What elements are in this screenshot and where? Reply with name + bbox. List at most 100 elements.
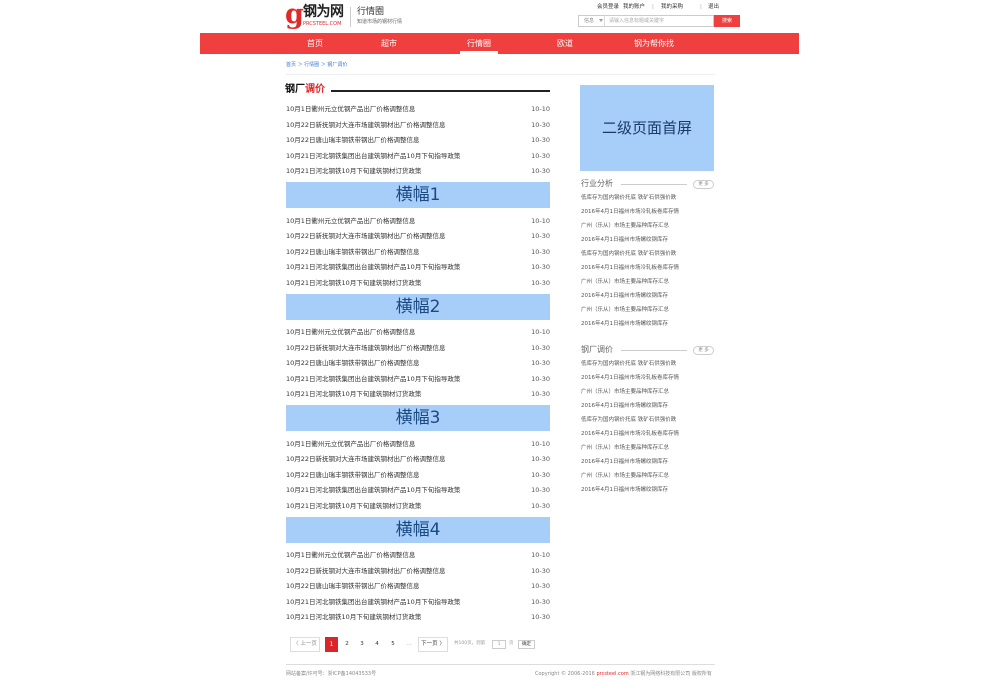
search-input[interactable]: 请输入信息标题或关键字 [609, 16, 713, 26]
logo-text[interactable]: 钢为网 [303, 5, 344, 20]
sidebar-list-item[interactable]: 广州（乐从）市场主要品种库存汇总 [581, 473, 669, 480]
list-item[interactable]: 10月22日新抚钢对大连市场建筑钢材出厂价格调整信息 10-30 [286, 565, 550, 577]
list-item[interactable]: 10月1日衢州元立优钢产品出厂价格调整信息 10-10 [286, 103, 550, 115]
page-button[interactable]: 4 [371, 637, 383, 652]
list-item-title[interactable]: 10月22日新抚钢对大连市场建筑钢材出厂价格调整信息 [286, 232, 446, 240]
logo-mark[interactable]: g [285, 1, 304, 29]
more-button[interactable]: 更 多 [693, 346, 714, 355]
logout-link[interactable]: 退出 [708, 4, 719, 11]
sidebar-list-item[interactable]: 2016年4月1日福州市场冷轧板卷库存情 [581, 265, 679, 272]
sidebar-list-item[interactable]: 2016年4月1日福州市场冷轧板卷库存情 [581, 209, 679, 216]
list-item[interactable]: 10月21日河北钢铁10月下旬建筑钢材订货政策 10-30 [286, 500, 550, 512]
nav-item-help-find[interactable]: 钢为帮你找 [630, 33, 678, 54]
list-item[interactable]: 10月21日河北钢铁10月下旬建筑钢材订货政策 10-30 [286, 277, 550, 289]
sidebar-list-item[interactable]: 2016年4月1日福州市场螺纹钢库存 [581, 487, 668, 494]
sidebar-list-item[interactable]: 2016年4月1日福州市场冷轧板卷库存情 [581, 431, 679, 438]
list-item-title[interactable]: 10月1日衢州元立优钢产品出厂价格调整信息 [286, 217, 415, 225]
list-item-title[interactable]: 10月21日河北钢铁10月下旬建筑钢材订货政策 [286, 167, 421, 175]
list-item[interactable]: 10月1日衢州元立优钢产品出厂价格调整信息 10-10 [286, 549, 550, 561]
breadcrumb[interactable]: 首页 ＞ 行情圈 ＞ 钢厂调价 [286, 62, 347, 68]
list-item[interactable]: 10月22日新抚钢对大连市场建筑钢材出厂价格调整信息 10-30 [286, 453, 550, 465]
search-button[interactable]: 搜索 [714, 15, 740, 27]
list-item-title[interactable]: 10月1日衢州元立优钢产品出厂价格调整信息 [286, 105, 415, 113]
sidebar-list-item[interactable]: 广州（乐从）市场主要品种库存汇总 [581, 223, 669, 230]
list-item-title[interactable]: 10月22日唐山瑞丰钢铁带钢出厂价格调整信息 [286, 359, 420, 367]
prev-page-button[interactable]: 〈 上一页 [290, 637, 320, 652]
list-item-title[interactable]: 10月22日新抚钢对大连市场建筑钢材出厂价格调整信息 [286, 567, 446, 575]
list-item[interactable]: 10月21日河北钢铁集团出台建筑钢材产品10月下旬指导政策 10-30 [286, 261, 550, 273]
my-account-link[interactable]: 我的账户 [623, 4, 645, 11]
sidebar-list-item[interactable]: 低库存为国内钢价托底 铁矿石供强价跌 [581, 417, 676, 424]
list-item-title[interactable]: 10月21日河北钢铁10月下旬建筑钢材订货政策 [286, 279, 421, 287]
sidebar-list-item[interactable]: 广州（乐从）市场主要品种库存汇总 [581, 307, 669, 314]
list-item[interactable]: 10月22日唐山瑞丰钢铁带钢出厂价格调整信息 10-30 [286, 246, 550, 258]
list-item-title[interactable]: 10月21日河北钢铁集团出台建筑钢材产品10月下旬指导政策 [286, 263, 460, 271]
sidebar-list-item[interactable]: 广州（乐从）市场主要品种库存汇总 [581, 279, 669, 286]
list-item[interactable]: 10月22日唐山瑞丰钢铁带钢出厂价格调整信息 10-30 [286, 469, 550, 481]
list-item[interactable]: 10月22日唐山瑞丰钢铁带钢出厂价格调整信息 10-30 [286, 357, 550, 369]
nav-item-oudao[interactable]: 欧道 [548, 33, 582, 54]
list-item[interactable]: 10月21日河北钢铁10月下旬建筑钢材订货政策 10-30 [286, 388, 550, 400]
more-button[interactable]: 更 多 [693, 180, 714, 189]
banner-ad-2[interactable]: 横幅2 [286, 293, 550, 320]
list-item-title[interactable]: 10月21日河北钢铁集团出台建筑钢材产品10月下旬指导政策 [286, 486, 460, 494]
list-item[interactable]: 10月22日新抚钢对大连市场建筑钢材出厂价格调整信息 10-30 [286, 230, 550, 242]
list-item-title[interactable]: 10月22日唐山瑞丰钢铁带钢出厂价格调整信息 [286, 471, 420, 479]
list-item-title[interactable]: 10月22日唐山瑞丰钢铁带钢出厂价格调整信息 [286, 582, 420, 590]
sidebar-list-item[interactable]: 低库存为国内钢价托底 铁矿石供强价跌 [581, 251, 676, 258]
list-item-title[interactable]: 10月1日衢州元立优钢产品出厂价格调整信息 [286, 440, 415, 448]
goto-page-confirm-button[interactable]: 确定 [518, 640, 535, 649]
sidebar-ad-banner[interactable]: 二级页面首屏 [580, 85, 714, 171]
sidebar-list-item[interactable]: 低库存为国内钢价托底 铁矿石供强价跌 [581, 195, 676, 202]
list-item-title[interactable]: 10月22日唐山瑞丰钢铁带钢出厂价格调整信息 [286, 136, 420, 144]
list-item-title[interactable]: 10月21日河北钢铁10月下旬建筑钢材订货政策 [286, 390, 421, 398]
search-type-select[interactable]: 信息 [579, 16, 605, 26]
copyright-site-link[interactable]: prcsteel.com [596, 671, 628, 677]
list-item-title[interactable]: 10月22日新抚钢对大连市场建筑钢材出厂价格调整信息 [286, 344, 446, 352]
list-item-title[interactable]: 10月21日河北钢铁集团出台建筑钢材产品10月下旬指导政策 [286, 598, 460, 606]
list-item[interactable]: 10月21日河北钢铁10月下旬建筑钢材订货政策 10-30 [286, 611, 550, 623]
list-item-title[interactable]: 10月21日河北钢铁10月下旬建筑钢材订货政策 [286, 502, 421, 510]
sidebar-list-item[interactable]: 2016年4月1日福州市场螺纹钢库存 [581, 459, 668, 466]
list-item[interactable]: 10月1日衢州元立优钢产品出厂价格调整信息 10-10 [286, 215, 550, 227]
sidebar-list-item[interactable]: 2016年4月1日福州市场螺纹钢库存 [581, 237, 668, 244]
banner-ad-3[interactable]: 横幅3 [286, 405, 550, 431]
page-button[interactable]: 2 [341, 637, 353, 652]
list-item[interactable]: 10月1日衢州元立优钢产品出厂价格调整信息 10-10 [286, 438, 550, 450]
list-item-title[interactable]: 10月1日衢州元立优钢产品出厂价格调整信息 [286, 551, 415, 559]
list-item[interactable]: 10月1日衢州元立优钢产品出厂价格调整信息 10-10 [286, 326, 550, 338]
list-item-title[interactable]: 10月1日衢州元立优钢产品出厂价格调整信息 [286, 328, 415, 336]
list-item[interactable]: 10月22日新抚钢对大连市场建筑钢材出厂价格调整信息 10-30 [286, 342, 550, 354]
list-item-title[interactable]: 10月22日新抚钢对大连市场建筑钢材出厂价格调整信息 [286, 121, 446, 129]
page-button-current[interactable]: 1 [325, 637, 338, 652]
list-item[interactable]: 10月22日新抚钢对大连市场建筑钢材出厂价格调整信息 10-30 [286, 119, 550, 131]
page-button[interactable]: 5 [387, 637, 399, 652]
sidebar-list-item[interactable]: 2016年4月1日福州市场冷轧板卷库存情 [581, 375, 679, 382]
nav-item-home[interactable]: 首页 [298, 33, 332, 54]
list-item-title[interactable]: 10月21日河北钢铁集团出台建筑钢材产品10月下旬指导政策 [286, 375, 460, 383]
page-button[interactable]: 3 [356, 637, 368, 652]
goto-page-input[interactable]: 1 [492, 640, 506, 649]
sidebar-list-item[interactable]: 广州（乐从）市场主要品种库存汇总 [581, 445, 669, 452]
list-item[interactable]: 10月21日河北钢铁10月下旬建筑钢材订货政策 10-30 [286, 165, 550, 177]
list-item-title[interactable]: 10月21日河北钢铁集团出台建筑钢材产品10月下旬指导政策 [286, 152, 460, 160]
nav-item-market[interactable]: 超市 [372, 33, 406, 54]
banner-ad-1[interactable]: 横幅1 [286, 182, 550, 208]
sidebar-list-item[interactable]: 2016年4月1日福州市场螺纹钢库存 [581, 403, 668, 410]
list-item[interactable]: 10月22日唐山瑞丰钢铁带钢出厂价格调整信息 10-30 [286, 134, 550, 146]
sidebar-list-item[interactable]: 2016年4月1日福州市场螺纹钢库存 [581, 321, 668, 328]
list-item[interactable]: 10月21日河北钢铁集团出台建筑钢材产品10月下旬指导政策 10-30 [286, 484, 550, 496]
list-item[interactable]: 10月22日唐山瑞丰钢铁带钢出厂价格调整信息 10-30 [286, 580, 550, 592]
next-page-button[interactable]: 下一页 〉 [418, 637, 448, 652]
list-item[interactable]: 10月21日河北钢铁集团出台建筑钢材产品10月下旬指导政策 10-30 [286, 150, 550, 162]
my-purchase-link[interactable]: 我的采购 [661, 4, 683, 11]
list-item[interactable]: 10月21日河北钢铁集团出台建筑钢材产品10月下旬指导政策 10-30 [286, 373, 550, 385]
sidebar-list-item[interactable]: 2016年4月1日福州市场螺纹钢库存 [581, 293, 668, 300]
banner-ad-4[interactable]: 横幅4 [286, 516, 550, 543]
list-item[interactable]: 10月21日河北钢铁集团出台建筑钢材产品10月下旬指导政策 10-30 [286, 596, 550, 608]
sidebar-list-item[interactable]: 低库存为国内钢价托底 铁矿石供强价跌 [581, 361, 676, 368]
sidebar-list-item[interactable]: 广州（乐从）市场主要品种库存汇总 [581, 389, 669, 396]
list-item-title[interactable]: 10月21日河北钢铁10月下旬建筑钢材订货政策 [286, 613, 421, 621]
list-item-title[interactable]: 10月22日唐山瑞丰钢铁带钢出厂价格调整信息 [286, 248, 420, 256]
list-item-title[interactable]: 10月22日新抚钢对大连市场建筑钢材出厂价格调整信息 [286, 455, 446, 463]
